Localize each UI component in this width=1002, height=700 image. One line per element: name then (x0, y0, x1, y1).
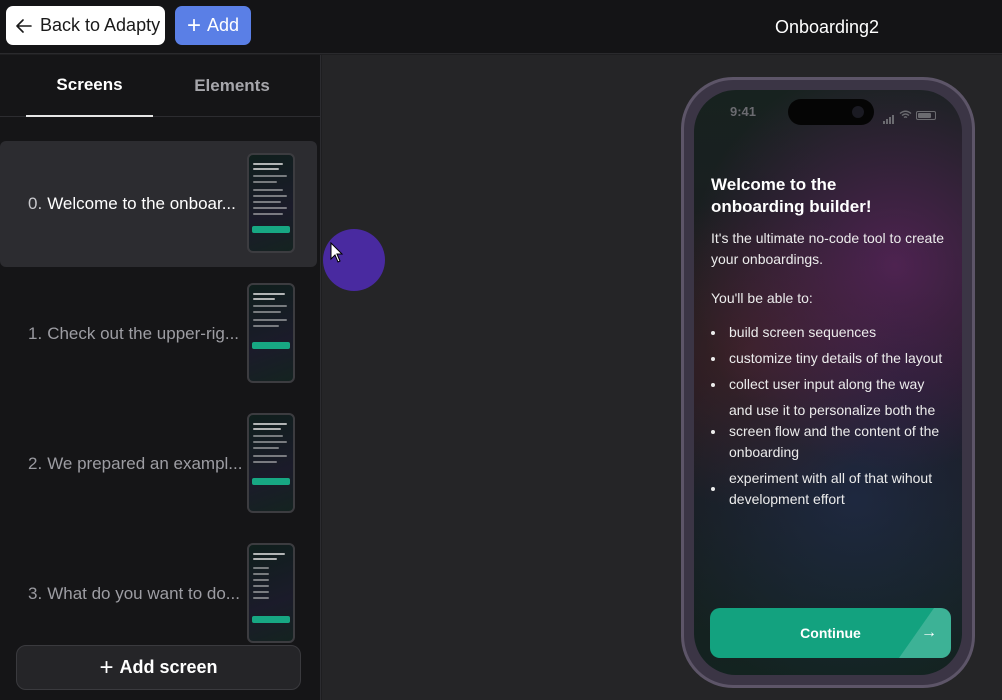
tab-elements[interactable]: Elements (165, 55, 299, 117)
screen-thumbnail (247, 543, 295, 643)
screen-thumbnail (247, 283, 295, 383)
phone-screen: 9:41 Welcome to the onboarding builder! … (694, 90, 962, 675)
list-item: build screen sequences (711, 322, 951, 343)
screen-number: 0. (28, 194, 43, 213)
list-item: customize tiny details of the layout (711, 348, 951, 369)
screen-thumbnail (247, 153, 295, 253)
screen-item-2[interactable]: 2. We prepared an exampl... (0, 401, 317, 527)
onboarding-title: Welcome to the onboarding builder! (711, 175, 872, 216)
tab-screens[interactable]: Screens (26, 55, 153, 117)
page-title: Onboarding2 (774, 16, 880, 37)
top-bar: Back to Adapty + Add Onboarding2 (0, 0, 1002, 54)
arrow-right-icon: → (921, 624, 937, 641)
phone-preview: 9:41 Welcome to the onboarding builder! … (681, 77, 975, 688)
plus-icon: + (186, 11, 201, 39)
list-item: experiment with all of that wihout devel… (711, 468, 951, 510)
signal-icon (883, 106, 895, 124)
screen-item-label: 3. What do you want to do... (28, 531, 243, 657)
status-icons (883, 106, 936, 124)
screen-title: We prepared an exampl... (47, 454, 243, 473)
add-button[interactable]: + Add (175, 6, 251, 45)
back-button-label: Back to Adapty (40, 15, 161, 35)
screen-title: Check out the upper-rig... (47, 324, 240, 343)
screen-number: 2. (28, 454, 43, 473)
screen-title: Welcome to the onboar... (47, 194, 236, 213)
list-item: collect user input along the way (711, 374, 951, 395)
continue-button[interactable]: Continue → (710, 608, 951, 658)
add-screen-button[interactable]: + Add screen (16, 645, 301, 690)
screen-item-label: 2. We prepared an exampl... (28, 401, 243, 527)
back-to-adapty-button[interactable]: Back to Adapty (6, 6, 165, 45)
add-screen-label: Add screen (119, 657, 218, 677)
battery-icon (916, 110, 936, 120)
list-item: and use it to personalize both the scree… (711, 400, 951, 463)
add-button-label: Add (206, 15, 240, 35)
continue-label: Continue (800, 625, 861, 641)
dynamic-island (788, 99, 874, 125)
onboarding-list-intro: You'll be able to: (711, 290, 813, 306)
arrow-left-icon (16, 18, 34, 33)
plus-icon: + (99, 653, 114, 681)
screen-title: What do you want to do... (47, 584, 240, 603)
screen-item-0[interactable]: 0. Welcome to the onboar... (0, 141, 317, 267)
screen-thumbnail (247, 413, 295, 513)
screen-number: 1. (28, 324, 43, 343)
onboarding-subtitle: It's the ultimate no-code tool to create… (711, 230, 945, 267)
screen-number: 3. (28, 584, 43, 603)
screen-item-label: 0. Welcome to the onboar... (28, 141, 243, 267)
sidebar: Screens Elements 0. Welcome to the onboa… (0, 55, 321, 700)
screen-item-1[interactable]: 1. Check out the upper-rig... (0, 271, 317, 397)
wifi-icon (899, 110, 912, 119)
screen-item-label: 1. Check out the upper-rig... (28, 271, 243, 397)
screen-item-3[interactable]: 3. What do you want to do... (0, 531, 317, 657)
feature-list: build screen sequences customize tiny de… (711, 322, 951, 515)
status-time: 9:41 (730, 104, 757, 119)
sidebar-tabs: Screens Elements (0, 55, 320, 117)
mouse-cursor-icon (330, 242, 344, 263)
